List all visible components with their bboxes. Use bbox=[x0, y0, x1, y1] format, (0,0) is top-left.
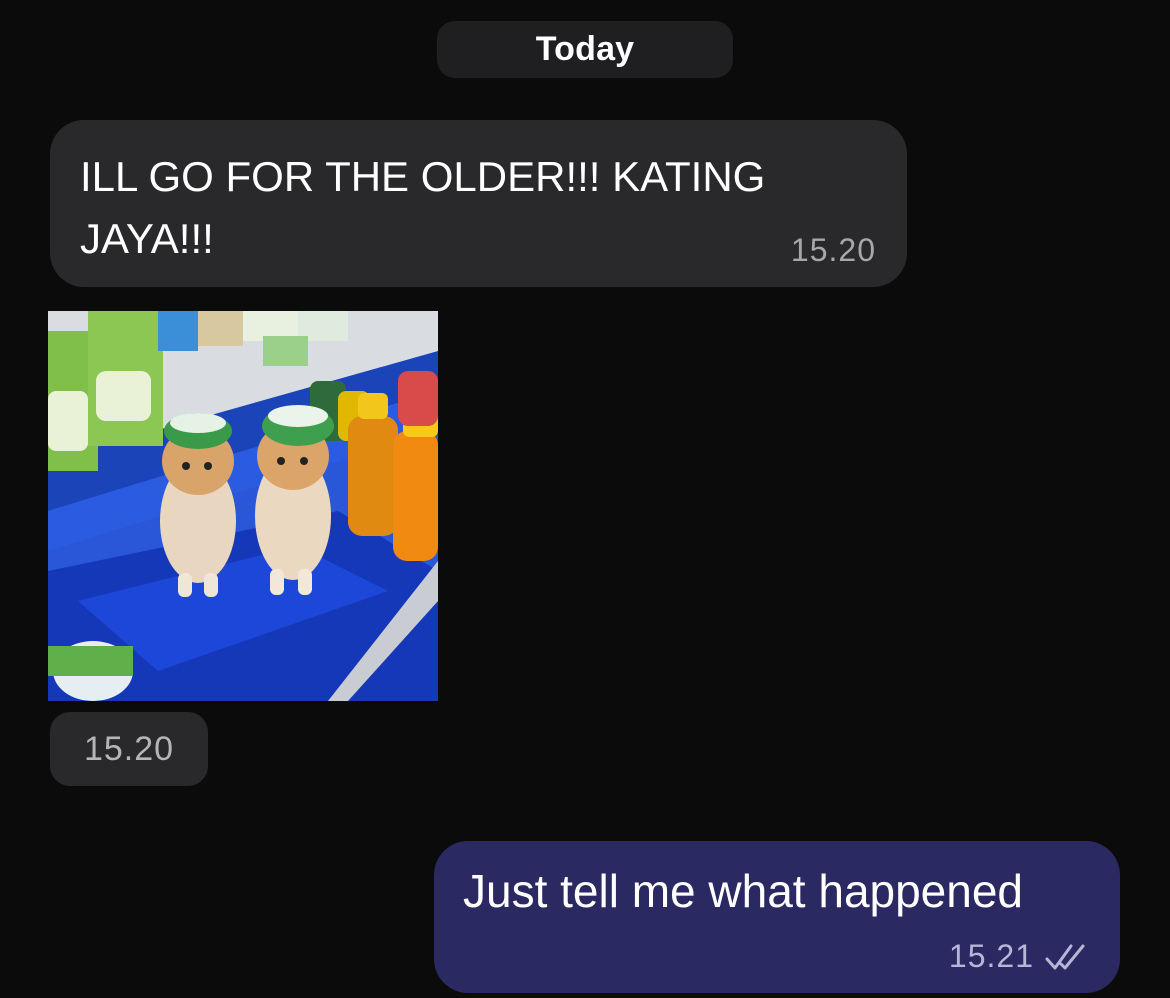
photo-timestamp: 15.20 bbox=[50, 712, 208, 786]
message-timestamp: 15.20 bbox=[790, 232, 876, 268]
message-timestamp: 15.21 bbox=[948, 938, 1034, 974]
outgoing-message-bubble[interactable]: Just tell me what happened 15.21 bbox=[434, 841, 1120, 993]
message-text: Just tell me what happened bbox=[463, 865, 1024, 917]
kittens-photo-image bbox=[48, 311, 438, 701]
incoming-message-bubble[interactable]: ILL GO FOR THE OLDER!!! KATING JAYA!!! 1… bbox=[50, 120, 907, 287]
double-check-icon bbox=[1044, 942, 1090, 972]
message-text: ILL GO FOR THE OLDER!!! KATING JAYA!!! bbox=[80, 153, 766, 262]
message-photo[interactable] bbox=[48, 311, 438, 701]
date-separator-label: Today bbox=[535, 30, 635, 68]
message-meta: 15.21 bbox=[949, 938, 1090, 975]
date-separator: Today bbox=[437, 21, 733, 78]
photo-timestamp-label: 15.20 bbox=[83, 729, 175, 768]
